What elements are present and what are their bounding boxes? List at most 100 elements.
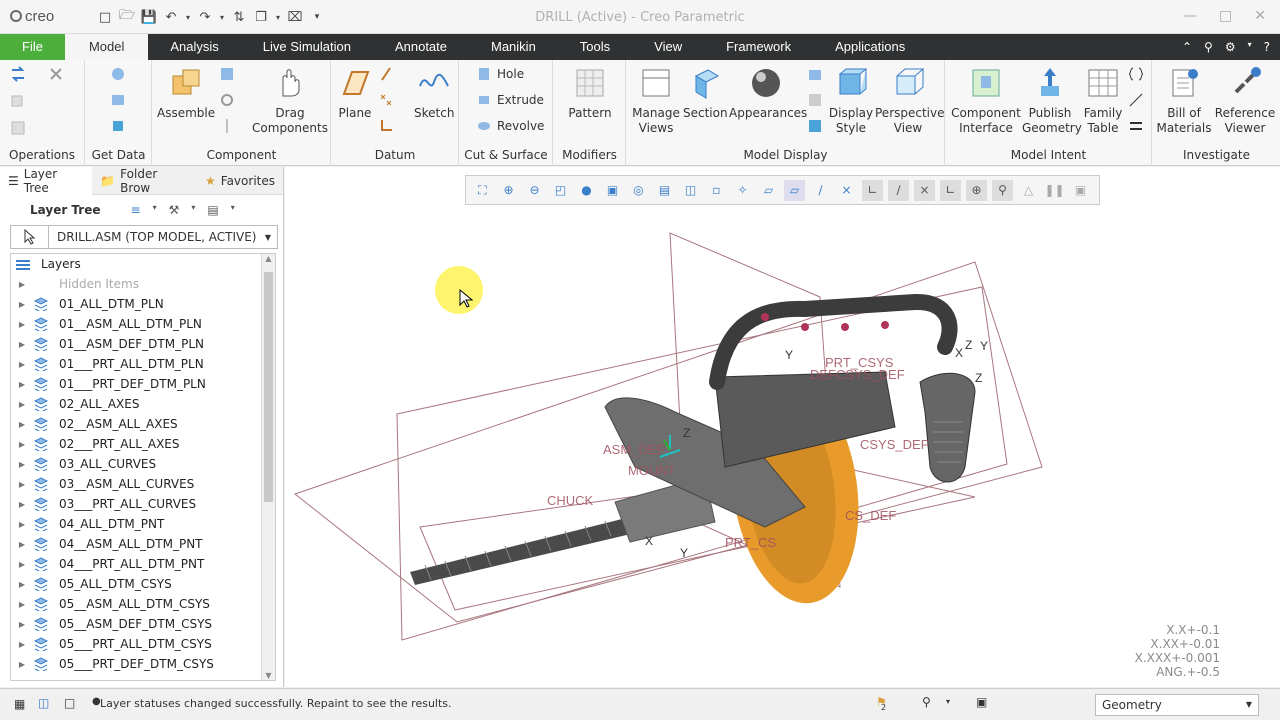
close-icon[interactable]: ✕ bbox=[1254, 8, 1266, 24]
component-interface-button[interactable]: Component Interface bbox=[950, 64, 1022, 136]
group-label-cut-surface[interactable]: Cut & Surface bbox=[460, 148, 552, 162]
maximize-icon[interactable]: □ bbox=[1219, 8, 1232, 24]
layer-item[interactable]: ▶ 04_ALL_DTM_PNT bbox=[11, 514, 275, 534]
shrinkwrap-icon[interactable] bbox=[110, 118, 126, 134]
drag-components-button[interactable]: Drag Components bbox=[251, 64, 329, 136]
appearances-button[interactable]: Appearances bbox=[729, 64, 807, 121]
chevron-down-icon[interactable]: ▼ bbox=[265, 233, 277, 242]
search-icon[interactable]: ⚲ bbox=[1204, 40, 1213, 54]
tab-analysis[interactable]: Analysis bbox=[148, 34, 240, 60]
revolve-button[interactable]: Revolve bbox=[476, 118, 544, 134]
tab-manikin[interactable]: Manikin bbox=[469, 34, 558, 60]
switch-dimensions-icon[interactable] bbox=[1128, 92, 1144, 108]
section-button[interactable]: Section bbox=[683, 64, 728, 121]
expand-icon[interactable]: ▶ bbox=[11, 460, 33, 469]
full-screen-icon[interactable]: □ bbox=[64, 696, 75, 710]
layer-item[interactable]: ▶ 02__ASM_ALL_AXES bbox=[11, 414, 275, 434]
layer-item[interactable]: ▶ 03_ALL_CURVES bbox=[11, 454, 275, 474]
expand-icon[interactable]: ▶ bbox=[11, 580, 33, 589]
expand-icon[interactable]: ▶ bbox=[11, 440, 33, 449]
perspective-view-button[interactable]: Perspective View bbox=[875, 64, 945, 136]
expand-icon[interactable]: ▶ bbox=[11, 320, 33, 329]
regenerate-icon[interactable] bbox=[10, 66, 26, 82]
tab-live-simulation[interactable]: Live Simulation bbox=[241, 34, 373, 60]
group-label-model-display[interactable]: Model Display bbox=[627, 148, 944, 162]
expand-icon[interactable]: ▶ bbox=[11, 560, 33, 569]
parameters-icon[interactable] bbox=[1128, 118, 1144, 134]
expand-icon[interactable]: ▶ bbox=[11, 480, 33, 489]
layer-item[interactable]: ▶ 01__ASM_ALL_DTM_PLN bbox=[11, 314, 275, 334]
tab-applications[interactable]: Applications bbox=[813, 34, 927, 60]
tab-folder-browser[interactable]: 📁 Folder Brow bbox=[92, 167, 197, 195]
extrude-button[interactable]: Extrude bbox=[476, 92, 544, 108]
layer-item[interactable]: ▶ 05___PRT_DEF_DTM_CSYS bbox=[11, 654, 275, 674]
layer-item[interactable]: ▶ 04___PRT_ALL_DTM_PNT bbox=[11, 554, 275, 574]
tab-tools[interactable]: Tools bbox=[558, 34, 632, 60]
scroll-down-icon[interactable]: ▼ bbox=[262, 671, 275, 680]
expand-icon[interactable]: ▶ bbox=[11, 660, 33, 669]
expand-icon[interactable]: ▶ bbox=[11, 520, 33, 529]
axis-icon[interactable] bbox=[378, 66, 394, 82]
expand-icon[interactable]: ▶ bbox=[11, 340, 33, 349]
plane-button[interactable]: Plane bbox=[336, 64, 374, 121]
group-label-modifiers[interactable]: Modifiers bbox=[554, 148, 625, 162]
settings-dropdown-icon[interactable]: ▾ bbox=[1248, 40, 1252, 54]
browser-toggle-icon[interactable]: ◫ bbox=[38, 696, 49, 710]
cancel-icon[interactable] bbox=[48, 66, 64, 82]
layer-dropdown-icon[interactable]: ▾ bbox=[153, 203, 157, 217]
display-style-button[interactable]: Display Style bbox=[827, 64, 875, 136]
expand-icon[interactable]: ▶ bbox=[11, 360, 33, 369]
bill-of-materials-button[interactable]: Bill of Materials bbox=[1155, 64, 1213, 136]
sketch-button[interactable]: Sketch bbox=[414, 64, 454, 121]
assemble-button[interactable]: Assemble bbox=[157, 64, 215, 121]
tab-favorites[interactable]: ★ Favorites bbox=[197, 167, 283, 195]
perspective-icon[interactable] bbox=[807, 92, 823, 108]
group-label-investigate[interactable]: Investigate bbox=[1153, 148, 1280, 162]
chevron-down-icon[interactable]: ▼ bbox=[1246, 700, 1252, 709]
group-label-operations[interactable]: Operations bbox=[0, 148, 84, 162]
collapse-ribbon-icon[interactable]: ⌃ bbox=[1182, 40, 1192, 54]
scroll-thumb[interactable] bbox=[264, 272, 273, 502]
settings-icon[interactable]: ⚙ bbox=[1225, 40, 1236, 54]
create-component-icon[interactable] bbox=[219, 66, 235, 82]
tools-dropdown-icon[interactable]: ▾ bbox=[191, 203, 195, 217]
layer-tree-scrollbar[interactable]: ▲ ▼ bbox=[261, 254, 275, 680]
point-icon[interactable] bbox=[378, 92, 394, 108]
tools-icon[interactable]: ⚒ bbox=[169, 203, 180, 217]
tab-framework[interactable]: Framework bbox=[704, 34, 813, 60]
manage-views-button[interactable]: Manage Views bbox=[631, 64, 681, 136]
expand-icon[interactable]: ▶ bbox=[11, 380, 33, 389]
group-label-model-intent[interactable]: Model Intent bbox=[946, 148, 1151, 162]
group-label-get-data[interactable]: Get Data bbox=[86, 148, 151, 162]
expand-icon[interactable]: ▶ bbox=[11, 540, 33, 549]
show-dropdown-icon[interactable]: ▾ bbox=[231, 203, 235, 217]
layer-item[interactable]: ▶ 02___PRT_ALL_AXES bbox=[11, 434, 275, 454]
layer-item[interactable]: ▶ 03___PRT_ALL_CURVES bbox=[11, 494, 275, 514]
layer-item[interactable]: ▶ 05_ALL_DTM_CSYS bbox=[11, 574, 275, 594]
tab-view[interactable]: View bbox=[632, 34, 704, 60]
minimize-icon[interactable]: — bbox=[1183, 8, 1197, 24]
find-dropdown-icon[interactable]: ▾ bbox=[946, 697, 950, 706]
tab-file[interactable]: File bbox=[0, 34, 65, 60]
user-defined-feature-icon[interactable] bbox=[110, 66, 126, 82]
render-icon[interactable] bbox=[807, 118, 823, 134]
expand-icon[interactable]: ▶ bbox=[11, 300, 33, 309]
tab-layer-tree[interactable]: ☰ Layer Tree bbox=[0, 166, 93, 195]
layer-item[interactable]: ▶ 04__ASM_ALL_DTM_PNT bbox=[11, 534, 275, 554]
navigator-toggle-icon[interactable]: ▦ bbox=[14, 697, 25, 711]
copy-icon[interactable] bbox=[10, 94, 26, 110]
publish-geometry-button[interactable]: Publish Geometry bbox=[1022, 64, 1082, 136]
repeat-icon[interactable] bbox=[219, 92, 235, 108]
tab-annotate[interactable]: Annotate bbox=[373, 34, 469, 60]
layer-item[interactable]: ▶ 01_ALL_DTM_PLN bbox=[11, 294, 275, 314]
layer-item[interactable]: ▶ 01___PRT_DEF_DTM_PLN bbox=[11, 374, 275, 394]
layer-icon[interactable]: ≡ bbox=[131, 203, 141, 217]
copy-geometry-icon[interactable] bbox=[110, 92, 126, 108]
expand-icon[interactable]: ▶ bbox=[11, 640, 33, 649]
layer-item[interactable]: ▶ 03__ASM_ALL_CURVES bbox=[11, 474, 275, 494]
graphics-window[interactable]: ⛶ ⊕ ⊖ ◰ ● ▣ ◎ ▤ ◫ ▫ ✧ ▱ ▱ ∕ × ∟ ∕ × ∟ ⊕ … bbox=[285, 167, 1280, 687]
tree-item-hidden-items[interactable]: ▶ Hidden Items bbox=[11, 274, 275, 294]
selection-filter[interactable]: Geometry ▼ bbox=[1095, 694, 1259, 716]
scene-icon[interactable] bbox=[807, 66, 823, 82]
layer-item[interactable]: ▶ 05__ASM_DEF_DTM_CSYS bbox=[11, 614, 275, 634]
